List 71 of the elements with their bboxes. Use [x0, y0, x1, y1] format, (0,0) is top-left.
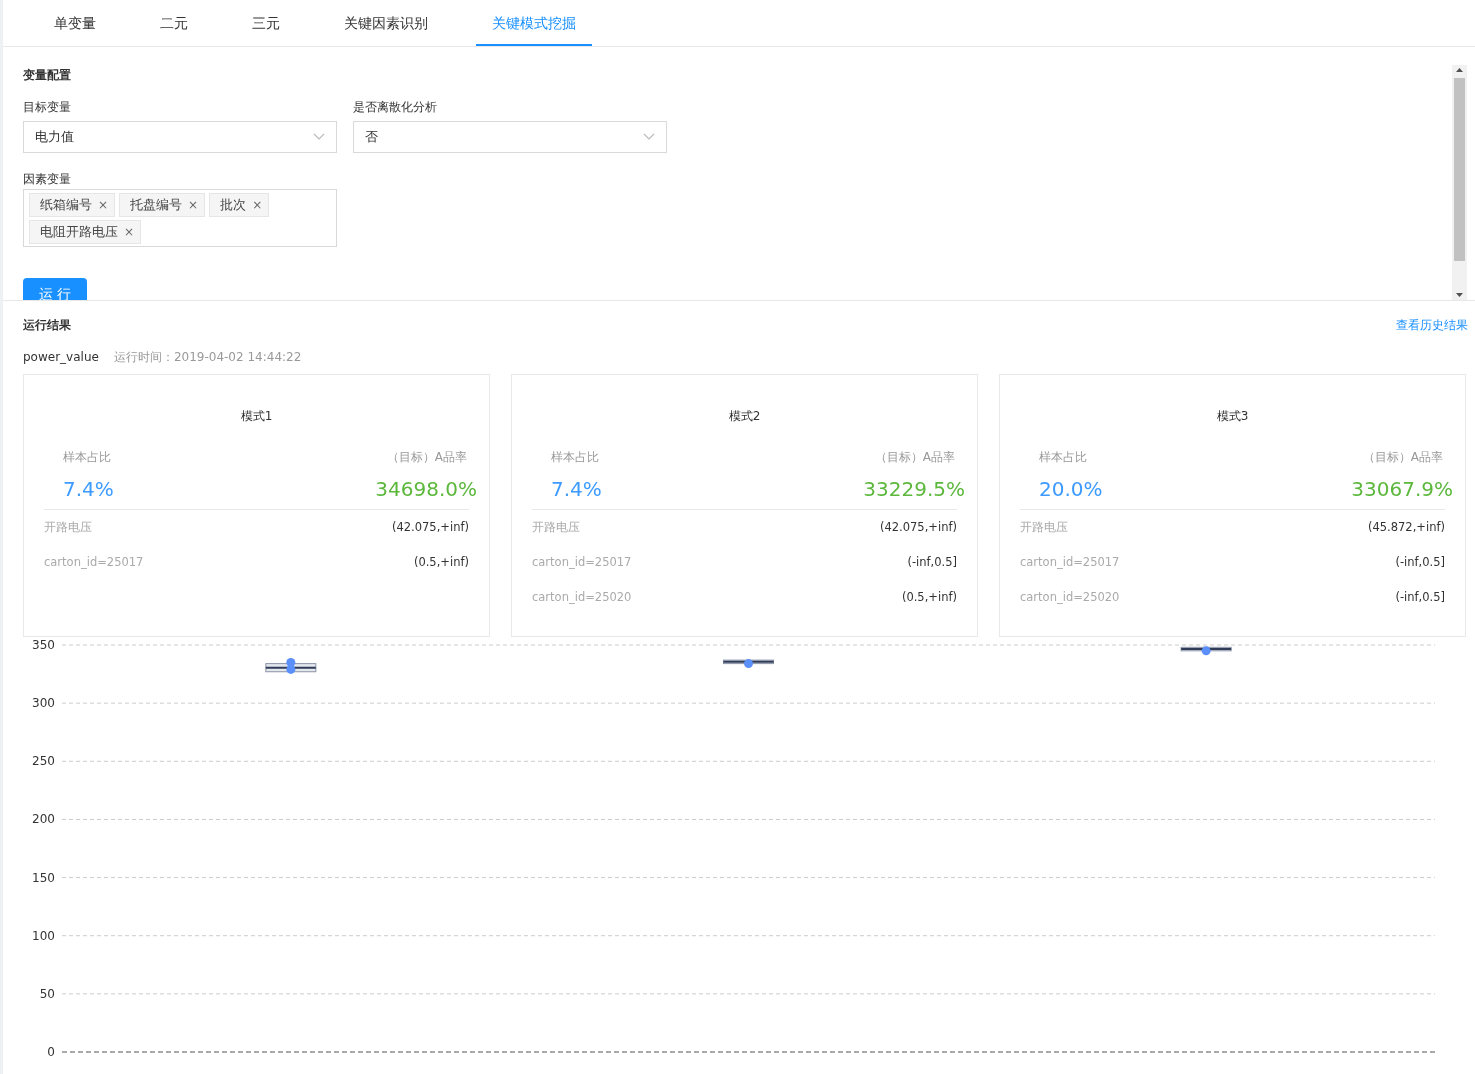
data-point	[286, 657, 296, 667]
condition-name: carton_id=25017	[532, 554, 632, 571]
metric-value: 33067.9%	[1351, 476, 1453, 503]
metric-value: 20.0%	[1039, 476, 1103, 503]
metric-label: （目标）A品率	[386, 449, 467, 466]
axis-tick-label: 50	[39, 986, 55, 1001]
tab[interactable]: 关键因素识别	[328, 0, 444, 46]
dropdown[interactable]: 电力值	[23, 121, 337, 153]
dropdown[interactable]: 否	[353, 121, 667, 153]
scroll-down-icon[interactable]	[1456, 293, 1463, 297]
tag[interactable]: 电阻开路电压 ×	[29, 220, 142, 244]
condition-name: 开路电压	[44, 519, 92, 536]
tab[interactable]: 三元	[236, 0, 296, 46]
condition-range: (0.5,+inf)	[901, 589, 957, 606]
condition-range: (-inf,0.5]	[1395, 589, 1445, 606]
tab[interactable]: 二元	[144, 0, 204, 46]
condition-range: (42.075,+inf)	[879, 519, 957, 536]
metric-value: 33229.5%	[863, 476, 965, 503]
metric-label: 样本占比	[63, 449, 111, 466]
condition-name: carton_id=25017	[44, 554, 144, 571]
condition-range: (-inf,0.5]	[907, 554, 957, 571]
condition-name: 开路电压	[1020, 519, 1068, 536]
metric-label: 样本占比	[551, 449, 599, 466]
condition-name: carton_id=25017	[1020, 554, 1120, 571]
tag-remove-button[interactable]: ×	[98, 198, 109, 212]
metric-label: 样本占比	[1039, 449, 1087, 466]
axis-tick-label: 300	[32, 696, 55, 711]
metric-label: （目标）A品率	[874, 449, 955, 466]
target-name: power_value	[23, 349, 99, 366]
data-point	[286, 664, 296, 674]
chevron-down-icon	[643, 133, 655, 141]
condition-range: (42.075,+inf)	[391, 519, 469, 536]
tag-input[interactable]: 纸箱编号 × 托盘编号 × 批次 × 电阻开路电压 ×	[23, 189, 337, 247]
condition-range: (0.5,+inf)	[413, 554, 469, 571]
condition-name: carton_id=25020	[1020, 589, 1120, 606]
scrollbar-thumb[interactable]	[1454, 78, 1465, 261]
condition-name: 开路电压	[532, 519, 580, 536]
chevron-down-icon	[313, 133, 325, 141]
tag[interactable]: 纸箱编号 ×	[29, 193, 116, 217]
condition-range: (-inf,0.5]	[1395, 554, 1445, 571]
field-label: 是否离散化分析	[353, 99, 438, 116]
run-time: 运行时间：2019-04-02 14:44:22	[113, 349, 302, 366]
tag[interactable]: 托盘编号 ×	[119, 193, 206, 217]
section-title: 变量配置	[23, 67, 72, 84]
card-title: 模式2	[727, 408, 762, 425]
card-title: 模式1	[239, 408, 274, 425]
metric-value: 7.4%	[63, 476, 114, 503]
tab[interactable]: 单变量	[38, 0, 112, 46]
axis-tick-label: 150	[32, 870, 55, 885]
metric-value: 7.4%	[551, 476, 602, 503]
scrollbar[interactable]	[1452, 65, 1467, 300]
axis-tick-label: 250	[32, 754, 55, 769]
axis-tick-label: 350	[32, 638, 55, 652]
tag[interactable]: 批次 ×	[209, 193, 270, 217]
axis-tick-label: 0	[47, 1045, 55, 1059]
scroll-up-icon[interactable]	[1456, 68, 1463, 72]
card-title: 模式3	[1215, 408, 1250, 425]
condition-name: carton_id=25020	[532, 589, 632, 606]
metric-label: （目标）A品率	[1362, 449, 1443, 466]
section-title: 运行结果	[23, 317, 71, 334]
data-point	[744, 659, 753, 669]
field-label: 目标变量	[23, 99, 72, 116]
condition-range: (45.872,+inf)	[1367, 519, 1445, 536]
axis-tick-label: 100	[32, 928, 55, 943]
tag-remove-button[interactable]: ×	[252, 198, 263, 212]
tag-remove-button[interactable]: ×	[124, 225, 135, 239]
metric-value: 34698.0%	[375, 476, 477, 503]
field-label: 因素变量	[23, 171, 72, 188]
axis-tick-label: 200	[32, 812, 55, 827]
tag-remove-button[interactable]: ×	[188, 198, 199, 212]
data-point	[1201, 646, 1211, 656]
